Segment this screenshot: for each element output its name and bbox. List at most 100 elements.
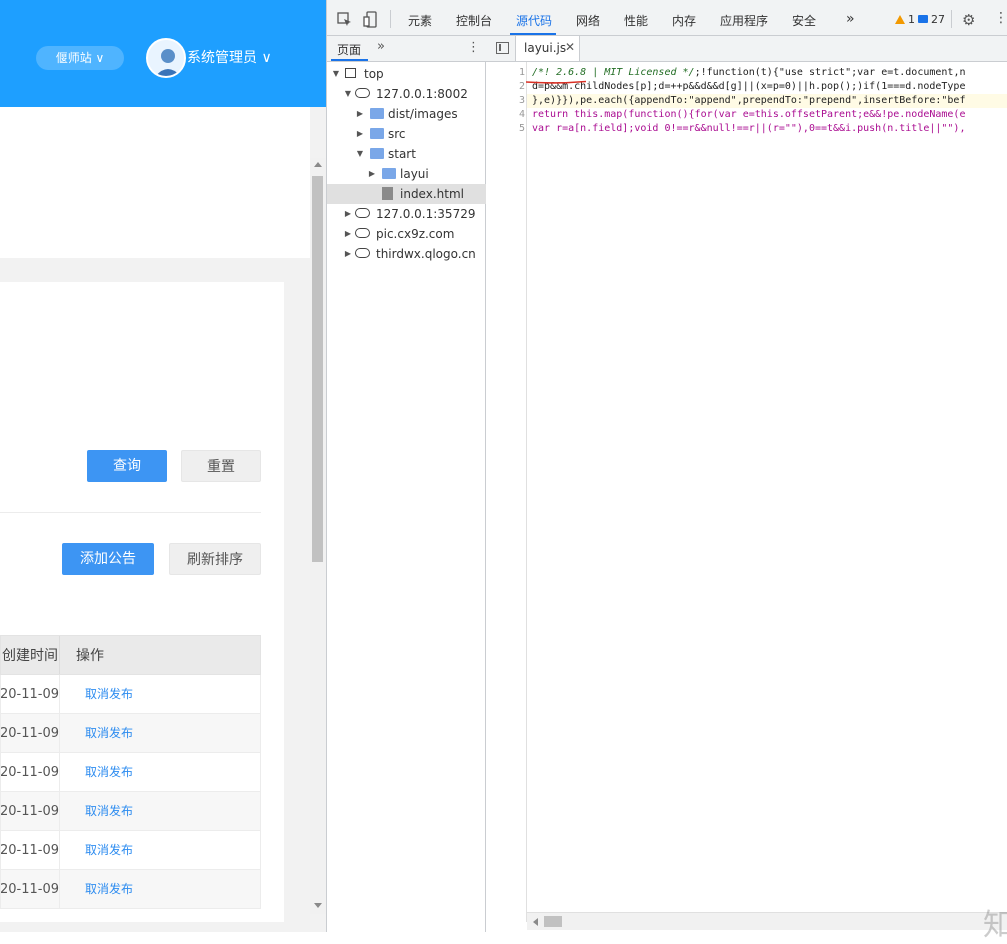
unpublish-link[interactable]: 取消发布 xyxy=(60,870,260,908)
code-line[interactable]: /*! 2.6.8 | MIT Licensed */;!function(t)… xyxy=(532,66,1007,80)
line-number[interactable]: 5 xyxy=(486,122,525,136)
tab-security[interactable]: 安全 xyxy=(792,13,816,29)
expand-arrow-icon[interactable]: ▼ xyxy=(331,64,341,84)
tree-item-top[interactable]: ▼ top xyxy=(327,64,486,84)
cloud-icon xyxy=(355,88,370,98)
scroll-down-arrow-icon[interactable] xyxy=(314,903,322,908)
tree-item-origin[interactable]: ▼ 127.0.0.1:8002 xyxy=(327,84,486,104)
line-number[interactable]: 2 xyxy=(486,80,525,94)
devtools-panel: 元素 控制台 源代码 网络 性能 内存 应用程序 安全 » 1 27 ⚙ ⋮ 页… xyxy=(326,0,1007,943)
scrollbar-thumb[interactable] xyxy=(544,916,562,927)
unpublish-link[interactable]: 取消发布 xyxy=(60,831,260,869)
inspect-element-icon[interactable] xyxy=(337,12,353,28)
collapse-arrow-icon[interactable]: ▶ xyxy=(343,204,353,224)
tree-item-origin[interactable]: ▶ pic.cx9z.com xyxy=(327,224,486,244)
tab-application[interactable]: 应用程序 xyxy=(720,13,768,29)
line-number[interactable]: 3 xyxy=(486,94,525,108)
tree-item-folder[interactable]: ▼ start xyxy=(327,144,486,164)
tree-item-origin[interactable]: ▶ 127.0.0.1:35729 xyxy=(327,204,486,224)
cell-created-time: 2020-11-09 xyxy=(1,675,60,713)
site-switcher[interactable]: 偃师站 ∨ xyxy=(36,46,124,70)
table-row: 2020-11-09 取消发布 xyxy=(0,675,261,714)
folder-icon xyxy=(382,168,396,179)
tree-item-file[interactable]: index.html xyxy=(327,184,486,204)
scrollbar-thumb[interactable] xyxy=(312,176,323,562)
gear-icon[interactable]: ⚙ xyxy=(962,11,975,29)
collapse-arrow-icon[interactable]: ▶ xyxy=(367,164,377,184)
navigator-more-button[interactable]: » xyxy=(377,39,385,54)
search-button[interactable]: 查询 xyxy=(87,450,167,482)
more-tabs-button[interactable]: » xyxy=(846,11,855,27)
collapse-arrow-icon[interactable]: ▶ xyxy=(355,124,365,144)
refresh-order-button[interactable]: 刷新排序 xyxy=(169,543,261,575)
tab-sources[interactable]: 源代码 xyxy=(516,13,552,29)
tab-page[interactable]: 页面 xyxy=(337,41,361,58)
tree-item-folder[interactable]: ▶ layui xyxy=(327,164,486,184)
tree-item-label: layui xyxy=(400,167,429,181)
device-toolbar-icon[interactable] xyxy=(363,11,379,28)
tree-item-folder[interactable]: ▶ dist/images xyxy=(327,104,486,124)
tree-item-origin[interactable]: ▶ thirdwx.qlogo.cn xyxy=(327,244,486,264)
toolbar-separator xyxy=(951,10,952,28)
table-row: 2020-11-09 取消发布 xyxy=(0,714,261,753)
unpublish-link[interactable]: 取消发布 xyxy=(60,714,260,752)
code-text: var r=a[n.field];void 0!==r&&null!==r||(… xyxy=(532,123,966,134)
user-menu[interactable]: 系统管理员 ∨ xyxy=(187,48,272,68)
cloud-icon xyxy=(355,248,370,258)
close-icon[interactable]: ✕ xyxy=(565,40,575,54)
code-line[interactable]: },e)}}),pe.each({appendTo:"append",prepe… xyxy=(532,94,1007,108)
horizontal-scrollbar[interactable] xyxy=(527,912,1007,930)
file-tab-label: layui.js xyxy=(524,41,567,55)
cloud-icon xyxy=(355,208,370,218)
frame-icon xyxy=(345,68,356,78)
page-scrollbar[interactable] xyxy=(310,158,326,914)
unpublish-link[interactable]: 取消发布 xyxy=(60,675,260,713)
navigator-menu-icon[interactable]: ⋮ xyxy=(467,40,480,55)
cell-created-time: 2020-11-09 xyxy=(1,792,60,830)
code-text: ;!function(t){"use strict";var e=t.docum… xyxy=(694,67,966,78)
message-icon[interactable] xyxy=(918,15,928,23)
unpublish-link[interactable]: 取消发布 xyxy=(60,792,260,830)
tree-item-folder[interactable]: ▶ src xyxy=(327,124,486,144)
collapse-arrow-icon[interactable]: ▶ xyxy=(343,224,353,244)
file-icon xyxy=(382,187,393,200)
message-count[interactable]: 27 xyxy=(931,13,945,26)
warning-icon[interactable] xyxy=(895,15,905,24)
column-header-created-time[interactable]: 创建时间 xyxy=(1,636,60,674)
tab-performance[interactable]: 性能 xyxy=(624,13,648,29)
expand-arrow-icon[interactable]: ▼ xyxy=(355,144,365,164)
tab-memory[interactable]: 内存 xyxy=(672,13,696,29)
unpublish-link[interactable]: 取消发布 xyxy=(60,753,260,791)
line-number[interactable]: 4 xyxy=(486,108,525,122)
collapse-arrow-icon[interactable]: ▶ xyxy=(343,244,353,264)
more-options-icon[interactable]: ⋮ xyxy=(994,10,1007,26)
add-notice-button[interactable]: 添加公告 xyxy=(62,543,154,575)
tab-elements[interactable]: 元素 xyxy=(408,13,432,29)
filter-panel xyxy=(0,107,310,258)
code-line[interactable]: var r=a[n.field];void 0!==r&&null!==r||(… xyxy=(532,122,1007,136)
avatar[interactable] xyxy=(146,38,186,78)
tree-item-label: index.html xyxy=(400,187,464,201)
reset-button[interactable]: 重置 xyxy=(181,450,261,482)
devtools-toolbar: 元素 控制台 源代码 网络 性能 内存 应用程序 安全 » 1 27 ⚙ ⋮ xyxy=(327,0,1007,36)
code-line[interactable]: d=p&&m.childNodes[p];d=++p&&d&&d[g]||(x=… xyxy=(532,80,1007,94)
tab-network[interactable]: 网络 xyxy=(576,13,600,29)
scroll-left-arrow-icon[interactable] xyxy=(533,918,538,926)
tab-console[interactable]: 控制台 xyxy=(456,13,492,29)
code-text: return this.map(function(){for(var e=thi… xyxy=(532,109,966,120)
folder-icon xyxy=(370,108,384,119)
tree-item-label: pic.cx9z.com xyxy=(376,227,455,241)
warning-count[interactable]: 1 xyxy=(908,13,915,26)
code-line[interactable]: return this.map(function(){for(var e=thi… xyxy=(532,108,1007,122)
line-number[interactable]: 1 xyxy=(486,66,525,80)
tree-item-label: start xyxy=(388,147,416,161)
tree-item-label: 127.0.0.1:35729 xyxy=(376,207,476,221)
scroll-up-arrow-icon[interactable] xyxy=(314,162,322,167)
toggle-navigator-icon[interactable] xyxy=(496,42,509,54)
file-tab[interactable]: layui.js ✕ xyxy=(515,36,580,61)
folder-icon xyxy=(370,148,384,159)
active-tab-indicator xyxy=(331,59,368,61)
collapse-arrow-icon[interactable]: ▶ xyxy=(355,104,365,124)
source-editor: layui.js ✕ 1 2 3 4 5 /*! 2.6.8 | MIT Lic… xyxy=(486,36,1007,943)
expand-arrow-icon[interactable]: ▼ xyxy=(343,84,353,104)
